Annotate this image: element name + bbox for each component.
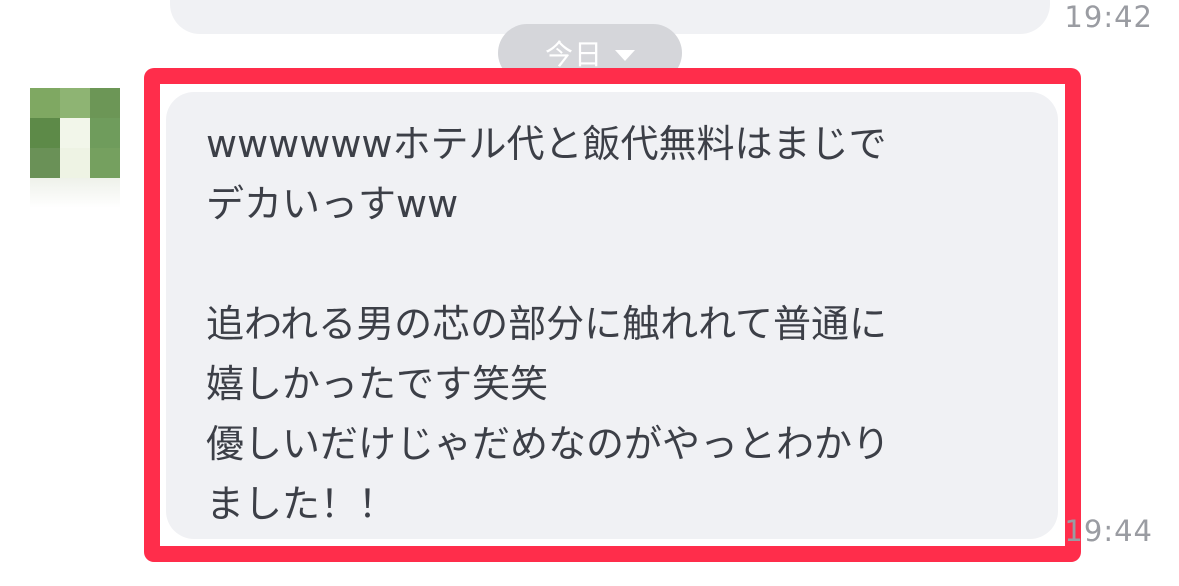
avatar-pixel — [90, 148, 120, 178]
date-divider-label: 今日 — [544, 38, 603, 71]
message-line: wwwwwwホテル代と飯代無料はまじで — [206, 122, 887, 166]
message-line: 嬉しかったです笑笑 — [206, 362, 549, 406]
message-line: 優しいだけじゃだめなのがやっとわかり — [206, 422, 891, 466]
message-line: 追われる男の芯の部分に触れれて普通に — [206, 302, 887, 346]
chevron-down-icon — [615, 49, 635, 61]
avatar-pixel — [90, 88, 120, 118]
message-time: 19:44 — [1064, 514, 1153, 548]
avatar-pixel — [60, 148, 90, 178]
avatar-pixel — [60, 88, 90, 118]
message-line — [206, 234, 1028, 294]
message-bubble[interactable]: wwwwwwホテル代と飯代無料はまじで デカいっすww 追われる男の芯の部分に触… — [166, 92, 1058, 539]
avatar-pixel — [90, 118, 120, 148]
avatar-pixel — [30, 118, 60, 148]
previous-message-time: 19:42 — [1064, 0, 1153, 34]
avatar-pixel — [30, 148, 60, 178]
avatar-pixel — [30, 88, 60, 118]
avatar-shadow — [30, 178, 120, 208]
avatar[interactable] — [30, 88, 120, 178]
message-line: ました！！ — [206, 482, 397, 526]
avatar-pixel — [60, 118, 90, 148]
chat-view: 19:42 今日 wwwwwwホテル代と飯代無料はまじで デカいっすww 追われ… — [0, 0, 1179, 586]
message-line: デカいっすww — [206, 182, 459, 226]
